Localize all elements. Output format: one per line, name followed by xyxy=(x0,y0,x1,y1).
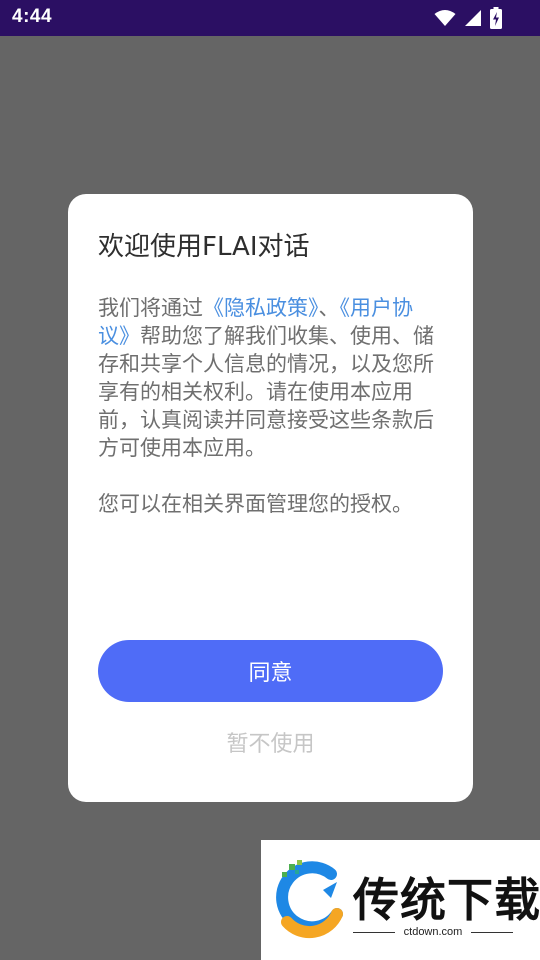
watermark-badge: 传统下载 ctdown.com xyxy=(261,840,540,960)
status-bar: 4:44 xyxy=(0,0,540,36)
app-screen: 4:44 欢迎使用FLAI对话 我们将通过《隐私政策》、《用户协议》帮助您了解我… xyxy=(0,0,540,960)
privacy-consent-dialog: 欢迎使用FLAI对话 我们将通过《隐私政策》、《用户协议》帮助您了解我们收集、使… xyxy=(68,194,473,802)
link-separator: 、 xyxy=(318,296,340,320)
agree-button[interactable]: 同意 xyxy=(98,640,443,702)
wifi-icon xyxy=(434,9,456,27)
status-icons xyxy=(434,7,502,29)
consent-rest-text: 帮助您了解我们收集、使用、储存和共享个人信息的情况，以及您所享有的相关权利。请在… xyxy=(98,324,434,460)
decline-button[interactable]: 暂不使用 xyxy=(98,724,443,760)
watermark-brand: 传统下载 xyxy=(353,873,540,927)
consent-intro-text: 我们将通过 xyxy=(98,296,203,320)
privacy-policy-link[interactable]: 《隐私政策》 xyxy=(203,296,319,320)
cellular-signal-icon xyxy=(464,9,482,27)
dialog-body: 我们将通过《隐私政策》、《用户协议》帮助您了解我们收集、使用、储存和共享个人信息… xyxy=(98,294,443,518)
ctdown-logo-icon xyxy=(273,860,349,944)
authorization-paragraph: 您可以在相关界面管理您的授权。 xyxy=(98,492,413,516)
watermark-divider-right xyxy=(471,932,513,933)
consent-paragraph: 我们将通过《隐私政策》、《用户协议》帮助您了解我们收集、使用、储存和共享个人信息… xyxy=(98,294,443,462)
dialog-title: 欢迎使用FLAI对话 xyxy=(98,232,310,262)
status-time: 4:44 xyxy=(12,6,53,27)
battery-charging-icon xyxy=(490,7,502,29)
